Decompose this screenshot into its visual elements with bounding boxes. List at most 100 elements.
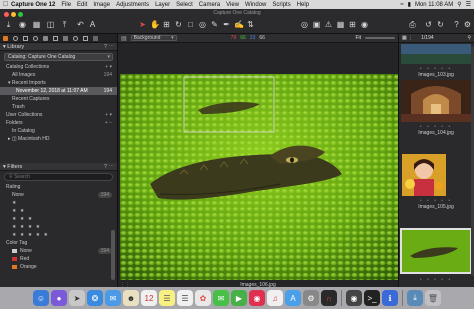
metadata-tab-icon[interactable] <box>73 35 78 41</box>
menu-layer[interactable]: Layer <box>155 2 170 8</box>
filters-section-header[interactable]: ▾ Filters ? ⋯ <box>0 163 117 171</box>
spot-removal-icon[interactable]: ◎ <box>198 20 207 29</box>
menu-image[interactable]: Image <box>93 2 110 8</box>
reset-icon[interactable]: ↺ <box>424 20 433 29</box>
collection-import-date[interactable]: November 12, 2018 at 11:07 AM 194 <box>0 87 117 95</box>
menu-scripts[interactable]: Scripts <box>272 2 290 8</box>
copy-adjustments-icon[interactable]: ⇅ <box>246 20 255 29</box>
compare-icon[interactable]: ▣ <box>312 20 321 29</box>
photo-booth-icon[interactable]: ◉ <box>249 290 265 306</box>
rating-row[interactable]: ★ ★ ★ ★ <box>0 223 117 231</box>
menu-view[interactable]: View <box>226 2 239 8</box>
rotate-tool-icon[interactable]: ↻ <box>174 20 183 29</box>
safari-icon[interactable]: ❂ <box>87 290 103 306</box>
mail-icon[interactable]: ✉ <box>105 290 121 306</box>
menu-app-name[interactable]: Capture One 12 <box>11 2 55 8</box>
batch-tab-icon[interactable] <box>93 35 98 41</box>
lens-tab-icon[interactable] <box>23 35 28 41</box>
apple-icon[interactable]:  <box>3 1 11 8</box>
wifi-icon[interactable]: ≈ <box>400 2 403 8</box>
export-icon[interactable]: ⤒ <box>60 20 69 29</box>
add-icon[interactable]: + ▾ <box>105 64 112 70</box>
grid-icon[interactable]: ▦ <box>32 20 41 29</box>
print-icon[interactable]: ⎙ <box>408 20 417 29</box>
exposure-tab-icon[interactable] <box>43 35 48 41</box>
loupe-icon[interactable]: ◎ <box>300 20 309 29</box>
background-select[interactable]: Background ▾ <box>130 35 177 41</box>
folder-in-catalog[interactable]: In Catalog <box>0 127 117 135</box>
section-help-icon[interactable]: ? ⋯ <box>104 164 114 170</box>
keystone-tool-icon[interactable]: □ <box>186 20 195 29</box>
search-icon[interactable]: ⚲ <box>457 1 461 8</box>
menu-file[interactable]: File <box>61 2 71 8</box>
brush-tool-icon[interactable]: ✎ <box>210 20 219 29</box>
section-help-icon[interactable]: ? ⋯ <box>104 44 114 50</box>
adjustments-tab-icon[interactable] <box>63 35 68 41</box>
annotate-icon[interactable]: ✍ <box>234 20 244 29</box>
messages-icon[interactable]: ✉ <box>213 290 229 306</box>
thumbnail[interactable] <box>401 44 471 64</box>
grid-overlay-icon[interactable]: ▦ <box>336 20 345 29</box>
main-image[interactable] <box>120 74 398 280</box>
menubar-clock[interactable]: Mon 11:08 AM <box>415 2 453 8</box>
collection-all-images[interactable]: All Images 194 <box>0 71 117 79</box>
battery-icon[interactable]: ▮ <box>408 1 411 8</box>
info-icon[interactable]: ℹ <box>382 290 398 306</box>
help-icon[interactable]: ? <box>452 20 461 29</box>
rating-row[interactable]: ★ <box>0 199 117 207</box>
add-icon[interactable]: + ▾ <box>105 112 112 118</box>
launchpad-icon[interactable]: ➤ <box>69 290 85 306</box>
system-preferences-icon[interactable]: ⚙ <box>303 290 319 306</box>
menu-camera[interactable]: Camera <box>199 2 220 8</box>
thumbnail[interactable] <box>401 80 471 122</box>
rating-row[interactable]: ★ ★ ★ <box>0 215 117 223</box>
collection-recent-captures[interactable]: Recent Captures <box>0 95 117 103</box>
redo-icon[interactable]: ↻ <box>436 20 445 29</box>
folders-header[interactable]: Folders + − <box>0 119 117 127</box>
warning-icon[interactable]: ⚠ <box>324 20 333 29</box>
crop-tool-icon[interactable]: ⊞ <box>162 20 171 29</box>
color-tag-row[interactable]: Red <box>0 255 117 263</box>
color-tag-row[interactable]: Orange <box>0 263 117 271</box>
details-tab-icon[interactable] <box>53 35 58 41</box>
trash-icon[interactable]: 🗑 <box>425 290 441 306</box>
rating-row[interactable]: None 194 <box>0 191 117 199</box>
menu-help[interactable]: Help <box>297 2 309 8</box>
siri-icon[interactable]: ● <box>51 290 67 306</box>
facetime-icon[interactable]: ▶ <box>231 290 247 306</box>
thumbnail-rating-dots[interactable]: • • • • • <box>399 277 473 283</box>
rating-row[interactable]: ★ ★ ★ ★ ★ <box>0 231 117 239</box>
user-collections-header[interactable]: User Collections + ▾ <box>0 111 117 119</box>
library-tab-icon[interactable] <box>3 35 8 41</box>
browser-search-icon[interactable]: ⚲ <box>467 35 471 41</box>
color-picker-icon[interactable]: ✒ <box>222 20 231 29</box>
settings-icon[interactable]: ⚙ <box>463 20 472 29</box>
menu-window[interactable]: Window <box>245 2 266 8</box>
library-section-header[interactable]: ▾ Library ? ⋯ <box>0 43 117 51</box>
color-tag-header[interactable]: Color Tag <box>0 239 117 247</box>
rating-header[interactable]: Rating <box>0 183 117 191</box>
browser-grid-icon[interactable]: ▦ ⋮ <box>402 35 413 41</box>
catalog-select[interactable]: Catalog: Capture One Catalog ▾ <box>4 53 113 61</box>
text-tool-icon[interactable]: A <box>88 20 97 29</box>
magnet-icon[interactable]: ∩ <box>321 290 337 306</box>
filters-search-input[interactable]: ⚲ Search <box>4 173 113 181</box>
contacts-icon[interactable]: ☻ <box>123 290 139 306</box>
folder-macintosh-hd[interactable]: ▸ ◫ Macintosh HD <box>0 135 117 143</box>
menu-adjustments[interactable]: Adjustments <box>116 2 149 8</box>
filters-scrollbar[interactable] <box>111 230 115 280</box>
add-icon[interactable]: + − <box>105 120 112 126</box>
output-tab-icon[interactable] <box>83 35 88 41</box>
downloads-folder-icon[interactable]: ⤓ <box>407 290 423 306</box>
pan-tool-icon[interactable]: ✋ <box>150 20 160 29</box>
rating-row[interactable]: ★ ★ <box>0 207 117 215</box>
undo-icon[interactable]: ↶ <box>76 20 85 29</box>
import-icon[interactable]: ⤓ <box>4 20 13 29</box>
viewer-mode-icon[interactable]: ▤ <box>121 35 127 42</box>
notes-icon[interactable]: ☰ <box>159 290 175 306</box>
reminders-icon[interactable]: ☰ <box>177 290 193 306</box>
color-tag-row[interactable]: None 194 <box>0 247 117 255</box>
music-icon[interactable]: ♫ <box>267 290 283 306</box>
capture-icon[interactable]: ◉ <box>18 20 27 29</box>
menu-select[interactable]: Select <box>176 2 193 8</box>
